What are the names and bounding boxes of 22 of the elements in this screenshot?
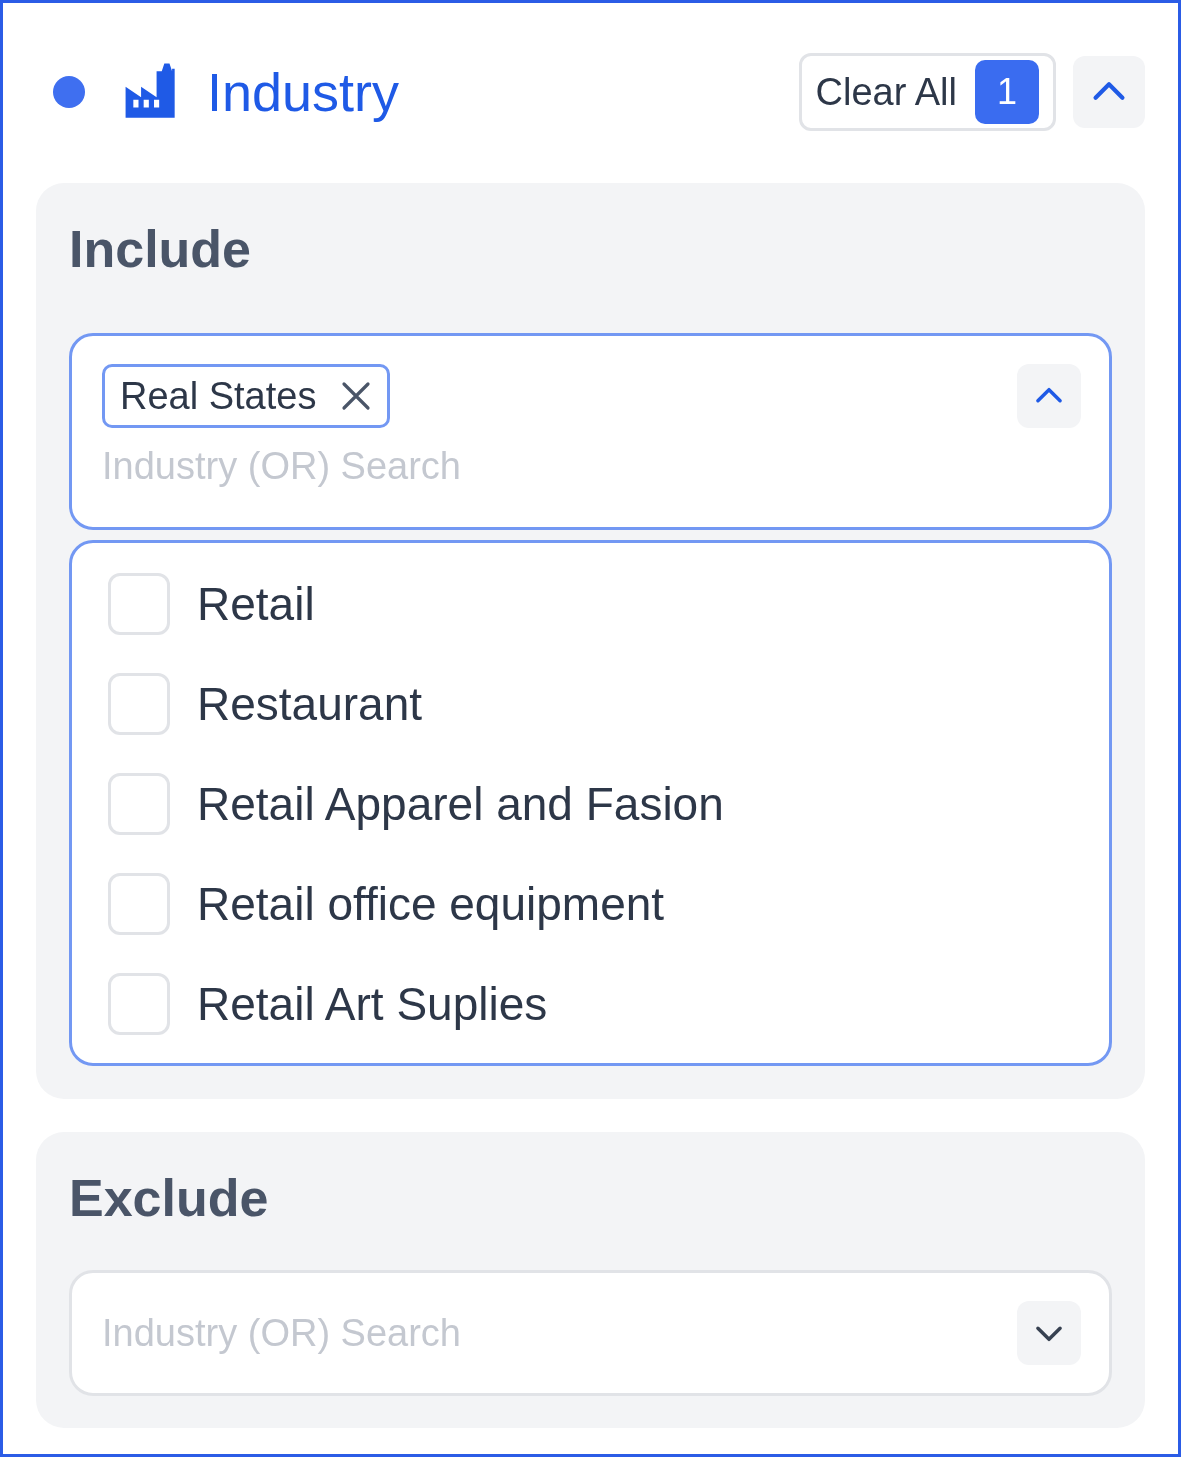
option-item[interactable]: Restaurant [108,673,1109,735]
include-heading: Include [69,223,253,275]
tag-chip: Real States [102,364,391,428]
clear-all-button[interactable]: Clear All 1 [798,53,1056,131]
checkbox[interactable] [108,973,170,1035]
option-item[interactable]: Retail Art Suplies [108,973,1109,1035]
checkbox[interactable] [108,673,170,735]
checkbox[interactable] [108,573,170,635]
option-item[interactable]: Retail office equipment [108,873,1109,935]
count-badge: 1 [975,60,1039,124]
option-item[interactable]: Retail Apparel and Fasion [108,773,1109,835]
search-field[interactable]: Industry (OR) Search [102,438,522,495]
collapse-button[interactable] [1073,56,1145,128]
dropdown-toggle[interactable] [1017,364,1081,428]
option-item[interactable]: Retail [108,573,1109,635]
checkbox[interactable] [108,873,170,935]
exclude-heading: Exclude [69,1172,270,1224]
include-field[interactable]: Real States Industry (OR) Search [69,333,1112,530]
checkbox[interactable] [108,773,170,835]
search-field[interactable]: Industry (OR) Search [102,1304,1017,1362]
exclude-field[interactable]: Industry (OR) Search [69,1270,1112,1396]
dropdown-toggle[interactable] [1017,1301,1081,1365]
